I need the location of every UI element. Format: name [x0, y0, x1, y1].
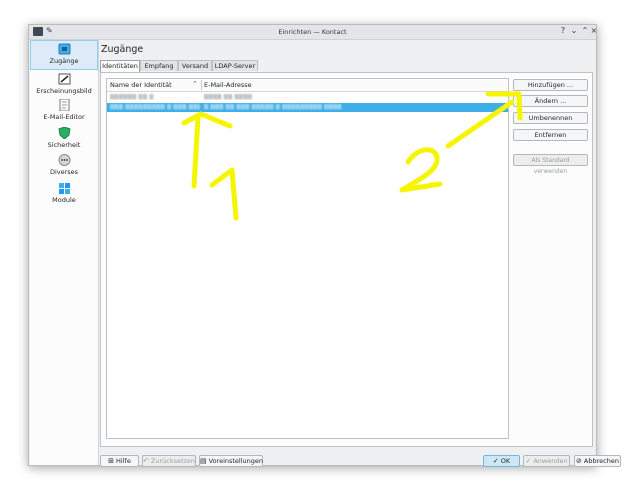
identity-name: ▒▒▒ ▒▒▒▒▒▒▒▒▒ ▒ ▒▒▒ ▒▒▒▒▒▒▒▒▒▒▒▒: [110, 104, 200, 110]
sidebar-item-appearance[interactable]: Erscheinungsbild: [30, 71, 98, 99]
cancel-button[interactable]: ⊘ Abbrechen: [574, 455, 621, 467]
check-icon: ✓: [492, 457, 499, 465]
tab-ldap[interactable]: LDAP-Server: [212, 60, 258, 71]
close-icon[interactable]: ×: [589, 26, 599, 35]
minimize-icon[interactable]: ⌄: [569, 26, 579, 35]
rename-button[interactable]: Umbenennen: [513, 112, 588, 124]
help-label: Hilfe: [116, 457, 131, 465]
modify-button[interactable]: Ändern ...: [513, 95, 588, 107]
ok-label: OK: [500, 457, 511, 465]
title-bar: ✎ Einrichten — Kontact ? ⌄ ⌃ ×: [29, 25, 599, 40]
column-header-name[interactable]: Name der Identität: [110, 81, 172, 89]
plugins-icon: [58, 183, 70, 194]
sidebar-item-editor[interactable]: E-Mail-Editor: [30, 97, 98, 126]
column-separator[interactable]: [201, 80, 202, 90]
misc-icon: [58, 154, 70, 166]
apply-label: Anwenden: [533, 457, 568, 465]
tab-identities[interactable]: Identitäten: [100, 60, 140, 72]
page-title: Zugänge: [101, 44, 144, 55]
sidebar-item-accounts[interactable]: Zugänge: [30, 40, 98, 70]
sort-ascending-icon[interactable]: ⌃: [192, 80, 198, 88]
window-title: Einrichten — Kontact: [278, 28, 347, 36]
shield-icon: [57, 127, 71, 139]
reset-label: Zurücksetzen: [150, 457, 196, 465]
defaults-button[interactable]: ▤ Voreinstellungen: [199, 455, 263, 467]
sidebar-item-label: Sicherheit: [47, 141, 81, 149]
document-icon: ▤: [200, 457, 207, 465]
identity-email: ▒▒▒▒ ▒▒ ▒▒▒▒: [204, 94, 253, 100]
table-row-selected[interactable]: ▒▒▒ ▒▒▒▒▒▒▒▒▒ ▒ ▒▒▒ ▒▒▒ ▒ ▒▒▒ ▒▒ ▒▒▒ ▒ ▒▒▒ ▒…: [107, 103, 508, 112]
add-button[interactable]: Hinzufügen ...: [513, 79, 588, 91]
identities-panel: Name der Identität ⌃ E-Mail-Adresse ▒▒▒▒…: [100, 72, 593, 447]
identity-list[interactable]: Name der Identität ⌃ E-Mail-Adresse ▒▒▒▒…: [106, 78, 509, 439]
help-question-icon[interactable]: ?: [558, 26, 568, 35]
table-row[interactable]: ▒▒▒▒▒▒ ▒▒ ▒ ▒▒▒▒ ▒▒ ▒▒▒▒: [107, 93, 508, 102]
editor-icon: [59, 99, 69, 111]
ok-button[interactable]: ✓ OK: [483, 455, 520, 467]
list-header: Name der Identität ⌃ E-Mail-Adresse: [107, 79, 508, 92]
sidebar-item-label: Diverses: [49, 168, 79, 176]
main-content: Zugänge Identitäten Empfang Versand LDAP…: [99, 40, 621, 467]
cancel-icon: ⊘: [576, 457, 582, 465]
sidebar-item-misc[interactable]: Diverses: [30, 152, 98, 181]
tab-receiving[interactable]: Empfang: [140, 60, 178, 71]
reset-button[interactable]: ↶ Zurücksetzen: [142, 455, 196, 467]
cancel-label: Abbrechen: [583, 457, 619, 465]
accounts-icon: [58, 43, 70, 55]
identity-email: ▒ ▒▒▒ ▒▒ ▒▒▒ ▒▒▒▒▒ ▒ ▒▒▒▒▒▒▒▒▒ ▒▒▒▒: [204, 104, 342, 110]
sidebar-item-label: Zugänge: [49, 57, 79, 65]
appearance-icon: [58, 73, 70, 85]
identity-name: ▒▒▒▒▒▒ ▒▒ ▒: [110, 94, 154, 100]
sidebar-item-plugins[interactable]: Module: [30, 180, 98, 209]
sidebar-item-label: E-Mail-Editor: [43, 113, 85, 121]
apply-button[interactable]: ✓ Anwenden: [523, 455, 570, 467]
set-default-button[interactable]: Als Standard verwenden: [513, 154, 588, 175]
settings-window: ✎ Einrichten — Kontact ? ⌄ ⌃ × Zugänge E…: [28, 24, 621, 467]
help-icon: ⊞: [108, 457, 115, 465]
remove-button[interactable]: Entfernen: [513, 129, 588, 141]
column-header-email[interactable]: E-Mail-Adresse: [204, 81, 252, 89]
undo-icon: ↶: [143, 457, 149, 465]
help-button[interactable]: ⊞ Hilfe: [100, 455, 139, 467]
sidebar: Zugänge Erscheinungsbild E-Mail-Editor S…: [30, 40, 99, 465]
sidebar-item-security[interactable]: Sicherheit: [30, 125, 98, 154]
check-icon: ✓: [525, 457, 532, 465]
sidebar-item-label: Module: [52, 196, 76, 204]
sidebar-item-label: Erscheinungsbild: [36, 87, 92, 95]
tab-sending[interactable]: Versand: [178, 60, 212, 71]
defaults-label: Voreinstellungen: [208, 457, 264, 465]
